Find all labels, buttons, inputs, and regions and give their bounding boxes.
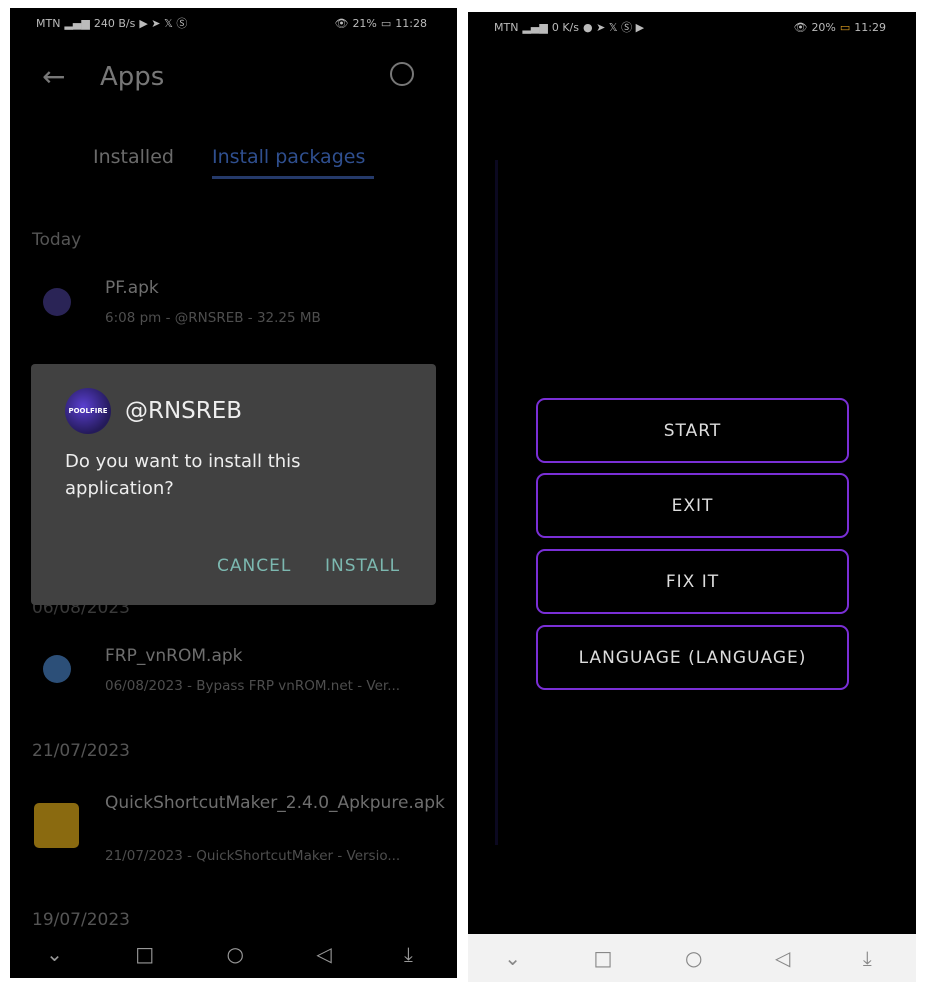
square-icon[interactable]: □: [594, 946, 613, 970]
carrier: MTN: [494, 21, 519, 34]
carrier: MTN: [36, 17, 61, 30]
page-title: Apps: [100, 62, 165, 92]
start-button[interactable]: START: [536, 398, 849, 463]
signal-icon: ▂▄▆: [64, 17, 90, 30]
back-arrow-icon[interactable]: ←: [42, 60, 65, 93]
list-item-sub: 21/07/2023 - QuickShortcutMaker - Versio…: [105, 848, 401, 864]
navigation-bar: ⌄ □ ○ ◁ ⤓: [468, 934, 916, 982]
language-button[interactable]: LANGUAGE (LANGUAGE): [536, 625, 849, 690]
tab-install-packages[interactable]: Install packages: [212, 146, 365, 168]
status-bar: MTN ▂▄▆ 240 B/s ▶ ➤ 𝕏 Ⓢ 👁 21% ▭ 11:28: [10, 8, 457, 38]
app-avatar: POOLFIRE: [65, 388, 111, 434]
right-screen: MTN ▂▄▆ 0 K/s ● ➤ 𝕏 Ⓢ ▶ 👁 20% ▭ 11:29 START EX…: [468, 12, 916, 982]
chevron-down-icon[interactable]: ⌄: [504, 946, 521, 970]
notification-icons: ▶ ➤ 𝕏 Ⓢ: [139, 17, 188, 30]
app-icon: [43, 655, 71, 683]
notification-icons: ● ➤ 𝕏 Ⓢ ▶: [583, 21, 645, 34]
net-speed: 0 K/s: [551, 21, 579, 34]
dialog-message: Do you want to install this application?: [65, 451, 301, 499]
section-label: 19/07/2023: [32, 910, 130, 930]
chevron-down-icon[interactable]: ⌄: [46, 942, 63, 966]
cancel-button[interactable]: CANCEL: [217, 556, 291, 576]
navigation-bar: ⌄ □ ○ ◁ ⤓: [10, 930, 457, 978]
triangle-back-icon[interactable]: ◁: [775, 946, 790, 970]
install-dialog: POOLFIRE @RNSREB Do you want to install …: [31, 364, 436, 605]
list-item-name[interactable]: PF.apk: [105, 278, 159, 298]
circle-icon[interactable]: ○: [685, 946, 702, 970]
battery-level: 20%: [811, 20, 836, 34]
list-item-sub: 06/08/2023 - Bypass FRP vnROM.net - Ver.…: [105, 678, 401, 694]
signal-icon: ▂▄▆: [522, 21, 548, 34]
battery-icon: ▭: [380, 16, 392, 30]
left-screen: MTN ▂▄▆ 240 B/s ▶ ➤ 𝕏 Ⓢ 👁 21% ▭ 11:28 ← Apps I…: [10, 8, 457, 978]
scroll-track: [495, 160, 498, 845]
list-item-sub: 6:08 pm - @RNSREB - 32.25 MB: [105, 310, 321, 326]
download-icon[interactable]: ⤓: [863, 946, 872, 970]
app-icon: [43, 288, 71, 316]
clock: 11:29: [854, 20, 886, 34]
tab-indicator: [212, 176, 374, 179]
battery-icon: ▭: [839, 20, 851, 34]
search-icon[interactable]: [390, 62, 414, 86]
app-icon: [34, 803, 79, 848]
list-item-name[interactable]: QuickShortcutMaker_2.4.0_Apkpure.apk: [105, 791, 445, 816]
download-icon[interactable]: ⤓: [404, 942, 413, 966]
section-label: 21/07/2023: [32, 741, 130, 761]
triangle-back-icon[interactable]: ◁: [316, 942, 331, 966]
status-bar: MTN ▂▄▆ 0 K/s ● ➤ 𝕏 Ⓢ ▶ 👁 20% ▭ 11:29: [468, 12, 916, 42]
net-speed: 240 B/s: [93, 17, 136, 30]
list-item-name[interactable]: FRP_vnROM.apk: [105, 646, 243, 666]
square-icon[interactable]: □: [135, 942, 154, 966]
exit-button[interactable]: EXIT: [536, 473, 849, 538]
install-button[interactable]: INSTALL: [325, 556, 400, 576]
section-label: Today: [32, 230, 82, 250]
battery-level: 21%: [352, 16, 377, 30]
fix-it-button[interactable]: FIX IT: [536, 549, 849, 614]
clock: 11:28: [395, 16, 427, 30]
publisher-name: @RNSREB: [125, 398, 243, 424]
circle-icon[interactable]: ○: [226, 942, 243, 966]
eye-icon: 👁: [793, 20, 808, 34]
eye-icon: 👁: [334, 16, 349, 30]
tab-installed[interactable]: Installed: [93, 146, 174, 168]
